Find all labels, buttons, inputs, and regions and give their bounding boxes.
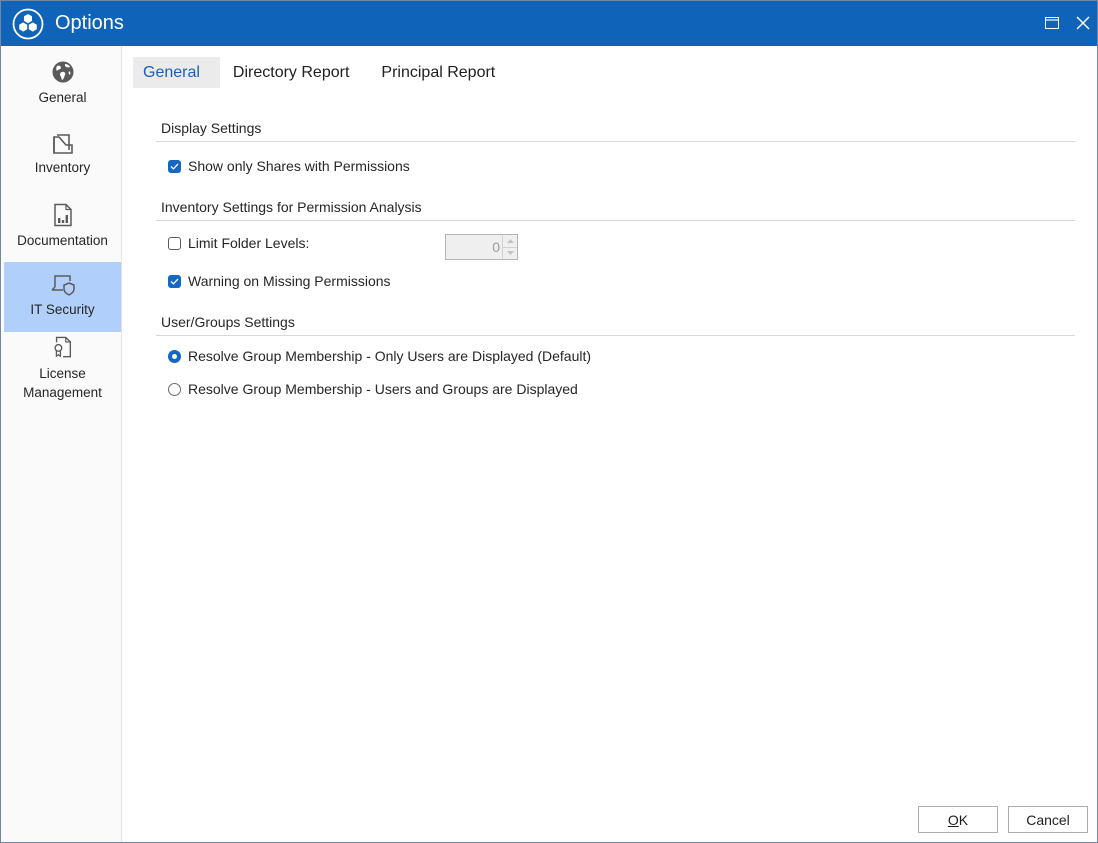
checkbox-checked-icon[interactable] — [168, 159, 181, 173]
globe-icon — [52, 61, 73, 83]
maximize-icon — [1045, 17, 1059, 29]
section-title-display-settings: Display Settings — [161, 120, 262, 136]
window-title: Options — [55, 12, 124, 34]
sidebar: General Inventory Documentation IT Secur… — [1, 46, 122, 842]
radio-users-and-groups[interactable]: Resolve Group Membership - Users and Gro… — [168, 381, 578, 397]
show-only-shares-checkbox[interactable]: Show only Shares with Permissions — [168, 158, 410, 174]
ok-label: K — [958, 811, 969, 828]
section-divider — [156, 141, 1075, 142]
section-title-user-groups-settings: User/Groups Settings — [161, 314, 295, 330]
chevron-up-icon — [506, 238, 514, 243]
sidebar-item-label: Documentation — [17, 233, 108, 248]
checkbox-label: Show only Shares with Permissions — [188, 158, 410, 174]
laptop-shield-icon — [50, 275, 75, 296]
sidebar-item-label-line2: Management — [23, 385, 102, 400]
sidebar-item-label: Inventory — [34, 160, 91, 175]
tab-directory-report[interactable]: Directory Report — [222, 57, 360, 88]
cancel-button[interactable]: Cancel — [1008, 806, 1088, 833]
warning-missing-permissions-checkbox[interactable]: Warning on Missing Permissions — [168, 273, 391, 289]
stepper-up-button[interactable] — [503, 235, 517, 247]
sidebar-item-label: License — [39, 366, 86, 381]
radio-selected-icon[interactable] — [168, 349, 181, 363]
checkbox-unchecked-icon[interactable] — [168, 236, 181, 250]
sidebar-item-label: General — [38, 90, 87, 105]
app-logo-icon — [12, 8, 44, 40]
checkbox-label: Warning on Missing Permissions — [188, 273, 391, 289]
folder-levels-stepper[interactable]: 0 — [445, 234, 518, 260]
folder-stack-icon — [52, 134, 73, 154]
sidebar-item-label: IT Security — [30, 302, 95, 317]
tab-principal-report[interactable]: Principal Report — [370, 57, 506, 88]
folder-levels-value[interactable]: 0 — [446, 235, 502, 259]
close-button[interactable] — [1069, 9, 1097, 37]
stepper-down-button[interactable] — [503, 246, 517, 260]
title-bar: Options — [1, 1, 1097, 46]
sidebar-item-inventory[interactable]: Inventory — [4, 132, 121, 192]
section-divider — [156, 335, 1075, 336]
sidebar-item-documentation[interactable]: Documentation — [4, 203, 121, 263]
ok-button[interactable]: OK — [918, 806, 998, 833]
certificate-document-icon — [53, 336, 71, 358]
chevron-down-icon — [506, 251, 514, 256]
checkbox-checked-icon[interactable] — [168, 274, 181, 288]
section-title-inventory-settings: Inventory Settings for Permission Analys… — [161, 199, 422, 215]
radio-only-users[interactable]: Resolve Group Membership - Only Users ar… — [168, 348, 591, 364]
sidebar-item-it-security[interactable]: IT Security — [4, 262, 121, 332]
limit-folder-levels-checkbox[interactable]: Limit Folder Levels: — [168, 235, 309, 251]
radio-unselected-icon[interactable] — [168, 382, 181, 396]
document-chart-icon — [53, 203, 72, 227]
radio-label: Resolve Group Membership - Only Users ar… — [188, 348, 592, 364]
close-icon — [1076, 16, 1090, 30]
sidebar-item-general[interactable]: General — [4, 60, 121, 120]
checkbox-label: Limit Folder Levels: — [188, 235, 310, 251]
tab-general[interactable]: General — [133, 57, 220, 88]
radio-label: Resolve Group Membership - Users and Gro… — [188, 381, 578, 397]
stepper-buttons — [502, 235, 517, 259]
section-divider — [156, 220, 1075, 221]
options-dialog: Options General Inventory Documentation … — [0, 0, 1098, 843]
ok-accelerator: O — [947, 811, 959, 828]
maximize-button[interactable] — [1038, 9, 1066, 37]
sidebar-item-license-management[interactable]: License Management — [4, 336, 121, 402]
tab-bar: General Directory Report Principal Repor… — [133, 57, 516, 88]
